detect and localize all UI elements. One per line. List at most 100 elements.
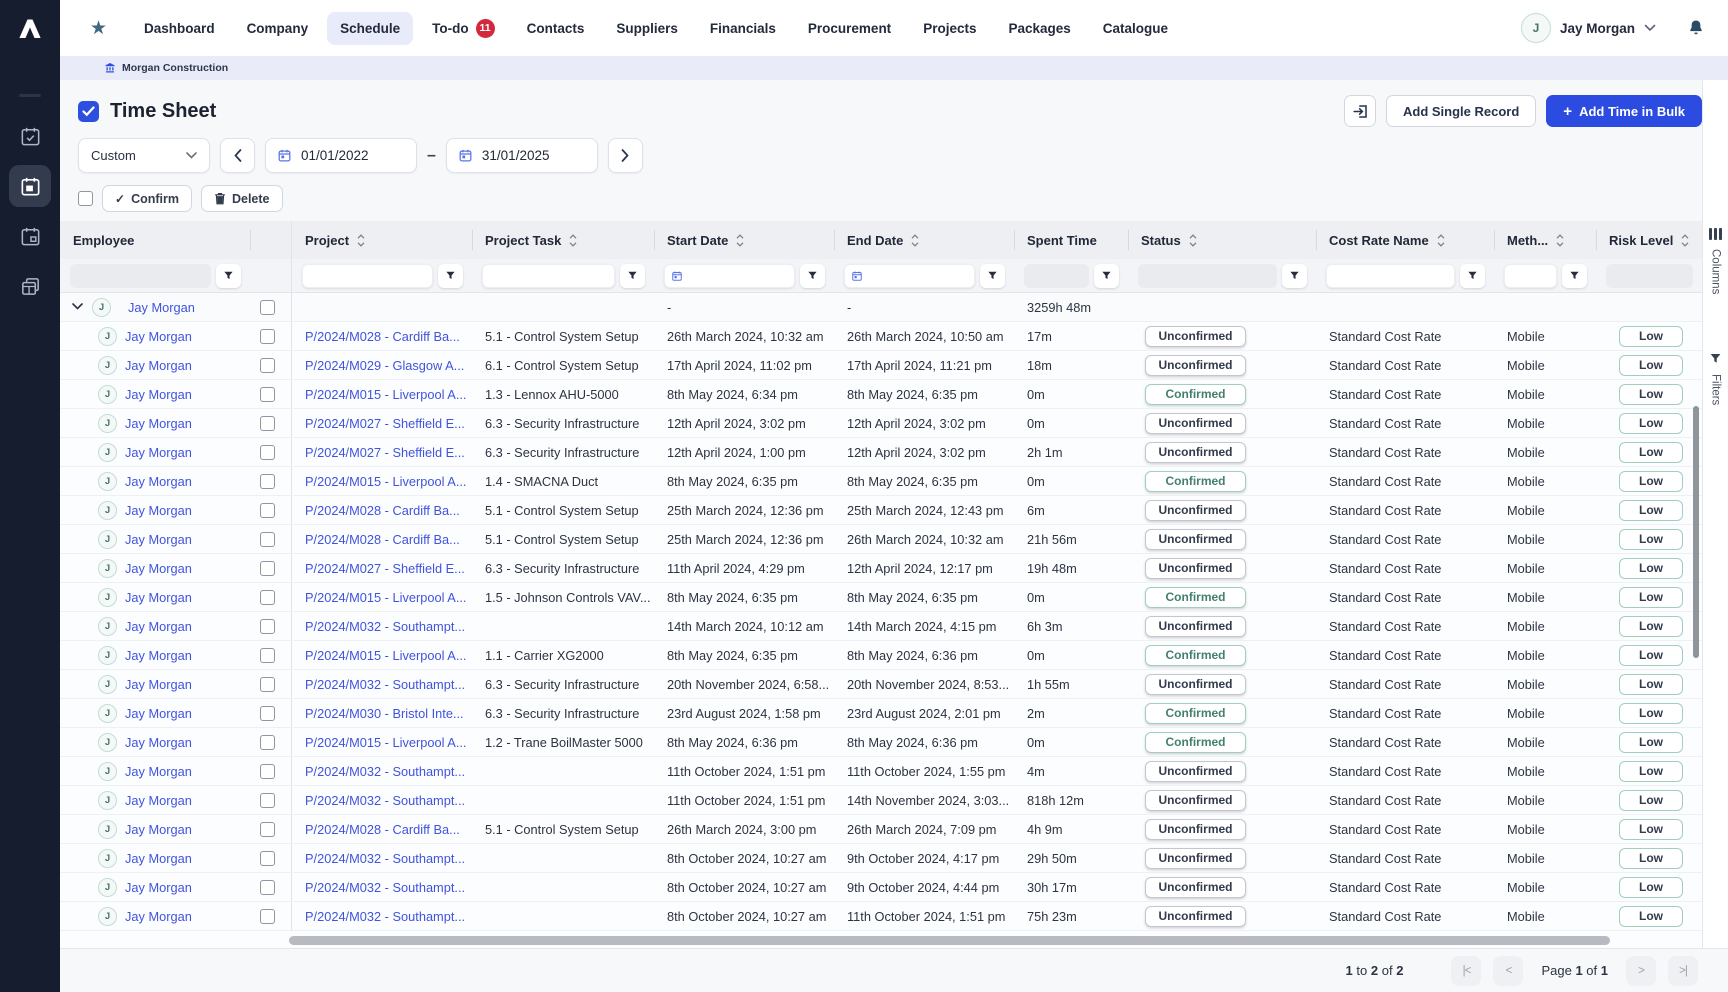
row-checkbox[interactable]: [260, 880, 275, 895]
project-link[interactable]: P/2024/M029 - Glasgow A...: [305, 358, 464, 373]
topnav-item[interactable]: Catalogue: [1090, 12, 1181, 45]
sidebar-item-timesheet-confirmed[interactable]: [9, 115, 51, 157]
project-task-filter-funnel-button[interactable]: [620, 264, 645, 288]
employee-link[interactable]: Jay Morgan: [125, 619, 192, 634]
project-link[interactable]: P/2024/M032 - Southampt...: [305, 619, 465, 634]
project-link[interactable]: P/2024/M030 - Bristol Inte...: [305, 706, 464, 721]
project-link[interactable]: P/2024/M015 - Liverpool A...: [305, 387, 466, 402]
group-collapse-chevron-icon[interactable]: [72, 301, 83, 313]
group-checkbox[interactable]: [260, 300, 275, 315]
confirm-button[interactable]: ✓Confirm: [102, 185, 192, 212]
user-menu[interactable]: J Jay Morgan: [1521, 13, 1656, 43]
row-checkbox[interactable]: [260, 503, 275, 518]
spent-time-filter-funnel-button[interactable]: [1094, 264, 1119, 288]
project-link[interactable]: P/2024/M032 - Southampt...: [305, 909, 465, 924]
project-link[interactable]: P/2024/M015 - Liverpool A...: [305, 590, 466, 605]
project-link[interactable]: P/2024/M028 - Cardiff Ba...: [305, 532, 460, 547]
previous-period-button[interactable]: [220, 138, 255, 173]
vertical-scrollbar[interactable]: [1693, 406, 1699, 658]
column-header-status[interactable]: Status: [1128, 221, 1316, 259]
sidebar-item-records[interactable]: [9, 265, 51, 307]
topnav-item[interactable]: Projects: [910, 12, 989, 45]
row-checkbox[interactable]: [260, 822, 275, 837]
project-link[interactable]: P/2024/M028 - Cardiff Ba...: [305, 503, 460, 518]
group-employee-link[interactable]: Jay Morgan: [128, 300, 195, 315]
pagination-last-button[interactable]: >|: [1668, 956, 1698, 986]
employee-link[interactable]: Jay Morgan: [125, 735, 192, 750]
topnav-item[interactable]: Financials: [697, 12, 789, 45]
column-header-employee[interactable]: Employee: [60, 221, 250, 259]
employee-link[interactable]: Jay Morgan: [125, 822, 192, 837]
delete-button[interactable]: Delete: [201, 185, 283, 212]
project-link[interactable]: P/2024/M027 - Sheffield E...: [305, 561, 465, 576]
project-link[interactable]: P/2024/M032 - Southampt...: [305, 851, 465, 866]
breadcrumb[interactable]: Morgan Construction: [60, 56, 1728, 80]
sidebar-item-schedule[interactable]: [9, 215, 51, 257]
project-link[interactable]: P/2024/M032 - Southampt...: [305, 793, 465, 808]
column-header-end-date[interactable]: End Date: [834, 221, 1014, 259]
row-checkbox[interactable]: [260, 909, 275, 924]
favorite-star-icon[interactable]: ★: [90, 17, 107, 40]
employee-link[interactable]: Jay Morgan: [125, 416, 192, 431]
employee-link[interactable]: Jay Morgan: [125, 561, 192, 576]
project-link[interactable]: P/2024/M015 - Liverpool A...: [305, 474, 466, 489]
horizontal-scrollbar[interactable]: [289, 936, 1610, 945]
cost-rate-filter-funnel-button[interactable]: [1460, 264, 1485, 288]
start-date-filter-input[interactable]: [664, 264, 795, 288]
method-filter-funnel-button[interactable]: [1562, 264, 1587, 288]
employee-link[interactable]: Jay Morgan: [125, 474, 192, 489]
cost-rate-filter-input[interactable]: [1326, 264, 1455, 288]
row-checkbox[interactable]: [260, 561, 275, 576]
pagination-previous-button[interactable]: <: [1493, 956, 1523, 986]
employee-link[interactable]: Jay Morgan: [125, 677, 192, 692]
project-link[interactable]: P/2024/M032 - Southampt...: [305, 880, 465, 895]
project-link[interactable]: P/2024/M015 - Liverpool A...: [305, 735, 466, 750]
topnav-item[interactable]: Packages: [995, 12, 1083, 45]
row-checkbox[interactable]: [260, 648, 275, 663]
column-header-spent-time[interactable]: Spent Time: [1014, 221, 1128, 259]
employee-link[interactable]: Jay Morgan: [125, 590, 192, 605]
project-filter-funnel-button[interactable]: [438, 264, 463, 288]
start-date-field[interactable]: 01/01/2022: [265, 138, 417, 173]
employee-filter-funnel-button[interactable]: [216, 264, 241, 288]
row-checkbox[interactable]: [260, 474, 275, 489]
project-task-filter-input[interactable]: [482, 264, 615, 288]
row-checkbox[interactable]: [260, 619, 275, 634]
range-preset-select[interactable]: Custom: [78, 138, 210, 173]
add-single-record-button[interactable]: Add Single Record: [1386, 95, 1536, 127]
row-checkbox[interactable]: [260, 358, 275, 373]
method-filter-input[interactable]: [1504, 264, 1557, 288]
project-link[interactable]: P/2024/M028 - Cardiff Ba...: [305, 329, 460, 344]
end-date-field[interactable]: 31/01/2025: [446, 138, 598, 173]
pagination-first-button[interactable]: |<: [1451, 956, 1481, 986]
employee-link[interactable]: Jay Morgan: [125, 358, 192, 373]
row-checkbox[interactable]: [260, 851, 275, 866]
project-link[interactable]: P/2024/M032 - Southampt...: [305, 677, 465, 692]
status-filter-funnel-button[interactable]: [1282, 264, 1307, 288]
filters-panel-toggle[interactable]: Filters: [1709, 352, 1722, 405]
export-button[interactable]: [1344, 95, 1376, 127]
row-checkbox[interactable]: [260, 706, 275, 721]
employee-link[interactable]: Jay Morgan: [125, 706, 192, 721]
topnav-item[interactable]: To-do 11: [419, 10, 507, 47]
row-checkbox[interactable]: [260, 793, 275, 808]
employee-link[interactable]: Jay Morgan: [125, 793, 192, 808]
employee-link[interactable]: Jay Morgan: [125, 503, 192, 518]
project-filter-input[interactable]: [302, 264, 433, 288]
row-checkbox[interactable]: [260, 387, 275, 402]
columns-panel-toggle[interactable]: Columns: [1709, 228, 1722, 294]
row-checkbox[interactable]: [260, 329, 275, 344]
employee-link[interactable]: Jay Morgan: [125, 387, 192, 402]
row-checkbox[interactable]: [260, 445, 275, 460]
topnav-item[interactable]: Company: [234, 12, 322, 45]
start-date-filter-funnel-button[interactable]: [800, 264, 825, 288]
employee-link[interactable]: Jay Morgan: [125, 329, 192, 344]
row-checkbox[interactable]: [260, 735, 275, 750]
column-header-cost-rate-name[interactable]: Cost Rate Name: [1316, 221, 1494, 259]
topnav-item[interactable]: Dashboard: [131, 12, 228, 45]
column-header-project[interactable]: Project: [292, 221, 472, 259]
project-link[interactable]: P/2024/M032 - Southampt...: [305, 764, 465, 779]
topnav-item[interactable]: Suppliers: [603, 12, 691, 45]
project-link[interactable]: P/2024/M028 - Cardiff Ba...: [305, 822, 460, 837]
topnav-item[interactable]: Contacts: [514, 12, 598, 45]
